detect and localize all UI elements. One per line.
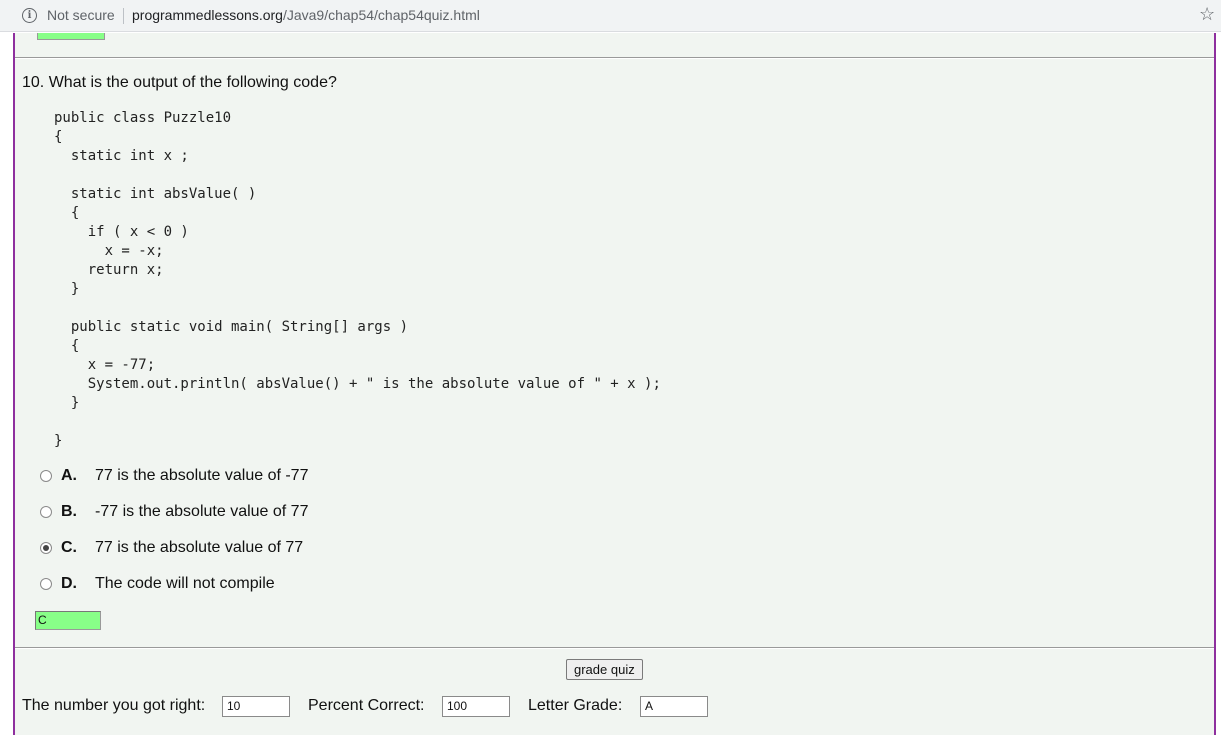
divider: [15, 57, 1214, 59]
security-label[interactable]: Not secure: [47, 7, 115, 23]
address-separator: [123, 8, 124, 24]
answer-field[interactable]: C: [35, 611, 101, 630]
option-letter: D.: [61, 575, 77, 592]
option-text: 77 is the absolute value of -77: [95, 467, 309, 484]
right-label: The number you got right:: [22, 697, 206, 714]
grade-quiz-button[interactable]: grade quiz: [566, 659, 643, 680]
radio-a[interactable]: [40, 470, 52, 482]
option-letter: C.: [61, 539, 77, 556]
letter-grade-field[interactable]: A: [640, 696, 708, 717]
option-letter: B.: [61, 503, 77, 520]
address-bar[interactable]: i Not secure programmedlessons.org/Java9…: [0, 0, 1221, 32]
radio-c[interactable]: [40, 542, 52, 554]
radio-b[interactable]: [40, 506, 52, 518]
option-text: -77 is the absolute value of 77: [95, 503, 309, 520]
option-text: 77 is the absolute value of 77: [95, 539, 304, 556]
divider: [15, 647, 1214, 649]
quiz-page: 10. What is the output of the following …: [13, 33, 1216, 735]
star-icon[interactable]: ☆: [1199, 4, 1215, 25]
percent-field[interactable]: 100: [442, 696, 510, 717]
radio-d[interactable]: [40, 578, 52, 590]
info-icon[interactable]: i: [22, 8, 37, 23]
option-text: The code will not compile: [95, 575, 275, 592]
question-text: 10. What is the output of the following …: [22, 74, 337, 91]
percent-label: Percent Correct:: [308, 697, 425, 714]
url-host: programmedlessons.org: [132, 7, 283, 23]
previous-answer-field[interactable]: [37, 33, 105, 40]
option-letter: A.: [61, 467, 77, 484]
code-block: public class Puzzle10 { static int x ; s…: [54, 110, 661, 449]
grade-label: Letter Grade:: [528, 697, 623, 714]
right-count-field[interactable]: 10: [222, 696, 290, 717]
url-text[interactable]: programmedlessons.org/Java9/chap54/chap5…: [132, 7, 480, 23]
url-path: /Java9/chap54/chap54quiz.html: [282, 7, 480, 23]
